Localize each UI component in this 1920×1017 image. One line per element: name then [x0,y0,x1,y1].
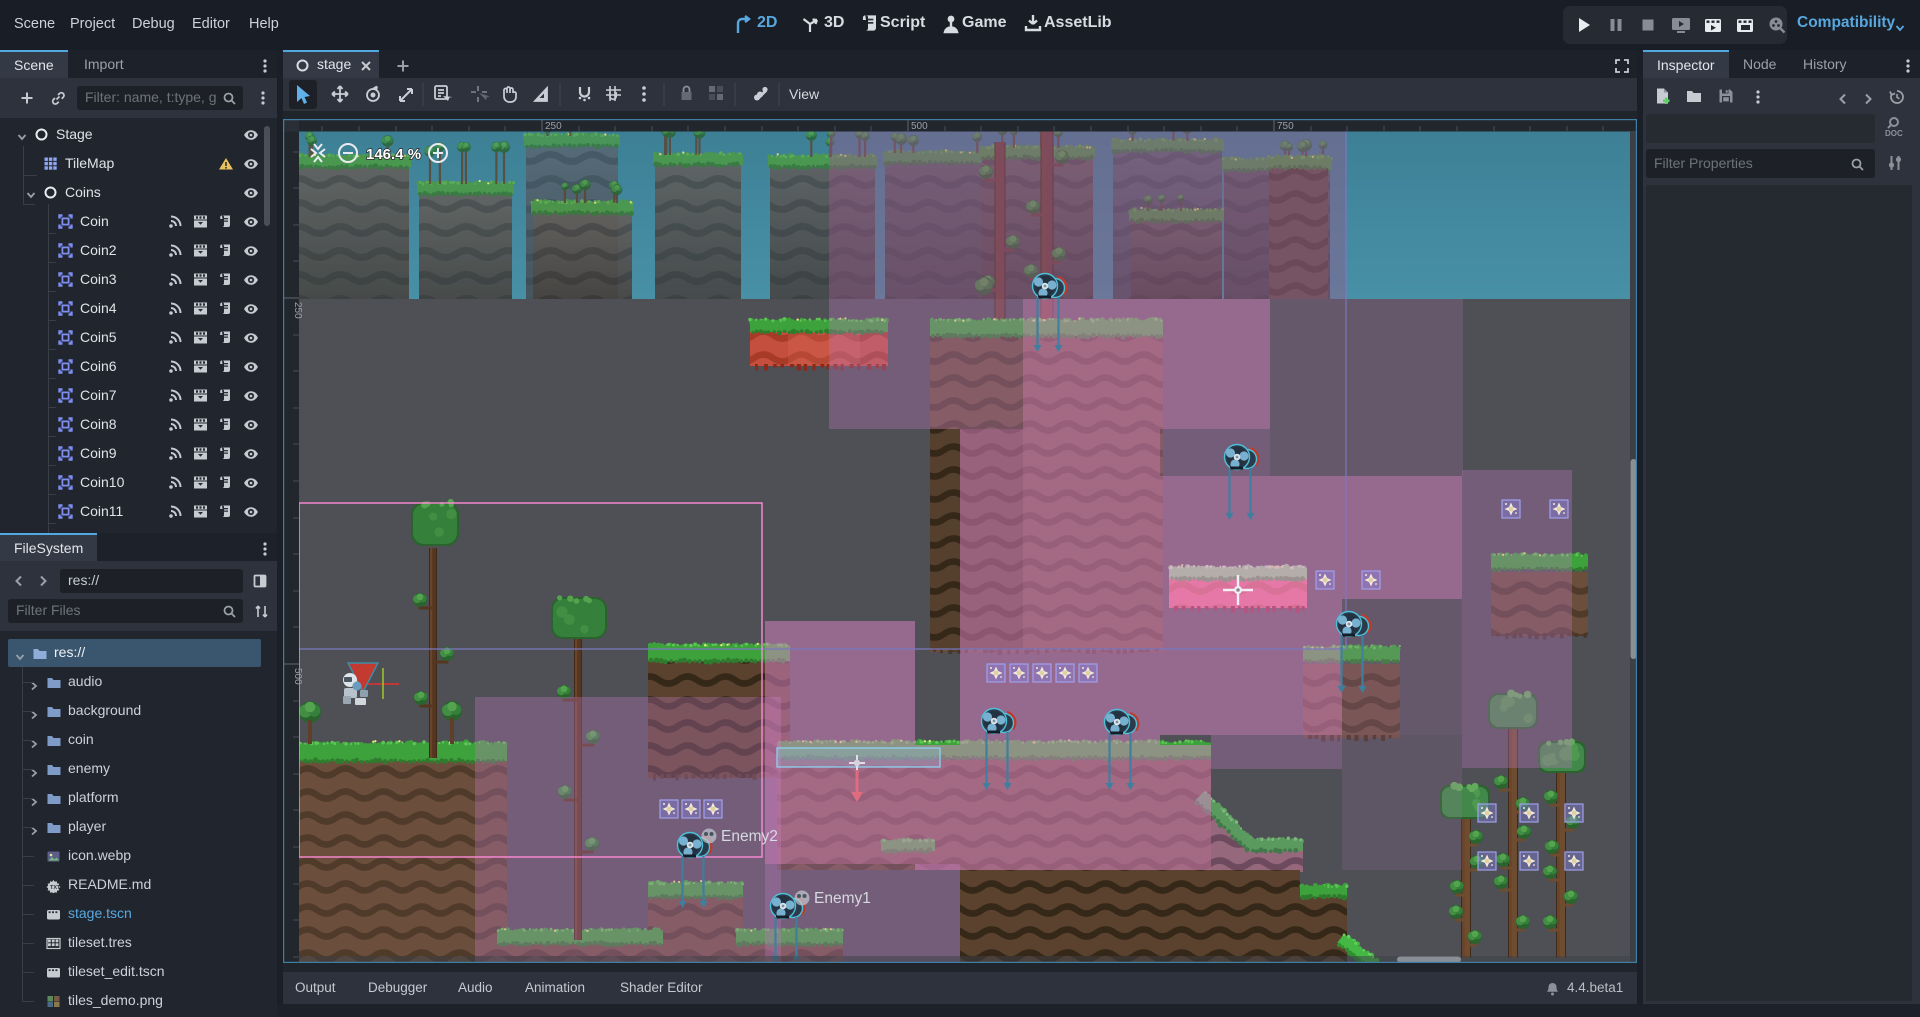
svg-text:DOC: DOC [1885,129,1903,138]
svg-text:250: 250 [292,302,303,319]
svg-text:500: 500 [911,121,928,132]
svg-text:250: 250 [545,121,562,132]
svg-text:Enemy2: Enemy2 [721,828,778,845]
svg-text:Enemy1: Enemy1 [814,890,871,907]
svg-text:146.4 %: 146.4 % [366,146,421,163]
svg-text:View: View [789,86,820,102]
svg-text:500: 500 [292,668,303,685]
svg-text:750: 750 [1277,121,1294,132]
svg-text:TXT: TXT [50,885,61,891]
